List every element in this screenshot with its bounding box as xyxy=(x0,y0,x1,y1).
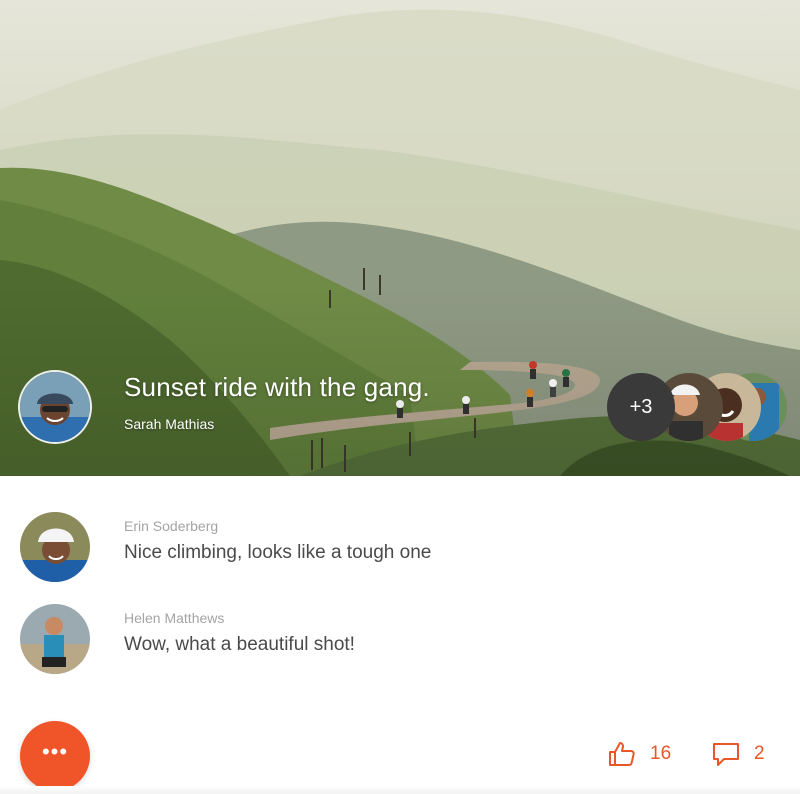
comment-text: Nice climbing, looks like a tough one xyxy=(124,542,432,563)
cyclist-portrait xyxy=(20,372,90,442)
reply-button[interactable]: 2 xyxy=(712,741,765,767)
extra-participants-count[interactable]: +3 xyxy=(607,373,675,441)
post-title: Sunset ride with the gang. xyxy=(124,372,430,402)
post-author-avatar[interactable] xyxy=(20,372,90,442)
comment-author[interactable]: Helen Matthews xyxy=(124,610,224,626)
thumbs-up-icon xyxy=(609,742,635,766)
comment-item: Erin Soderberg Nice climbing, looks like… xyxy=(0,512,800,592)
commenter-avatar[interactable] xyxy=(20,512,90,582)
commenter-avatar[interactable] xyxy=(20,604,90,674)
commenter-photo xyxy=(20,512,90,582)
commenter-photo xyxy=(20,604,90,674)
more-dots-icon: ••• xyxy=(41,739,69,764)
speech-bubble-icon xyxy=(713,743,739,766)
post-hero-photo: Sunset ride with the gang. Sarah Mathias… xyxy=(0,0,800,476)
participants-stack[interactable]: +3 xyxy=(607,373,787,441)
bottom-edge xyxy=(0,786,800,794)
like-button[interactable]: 16 xyxy=(608,741,671,767)
reply-count: 2 xyxy=(754,743,765,764)
more-options-button[interactable]: ••• xyxy=(20,721,90,791)
post-author-name[interactable]: Sarah Mathias xyxy=(124,416,214,432)
like-count: 16 xyxy=(650,743,672,764)
comment-text: Wow, what a beautiful shot! xyxy=(124,634,355,655)
comment-item: Helen Matthews Wow, what a beautiful sho… xyxy=(0,604,800,684)
comment-author[interactable]: Erin Soderberg xyxy=(124,518,218,534)
